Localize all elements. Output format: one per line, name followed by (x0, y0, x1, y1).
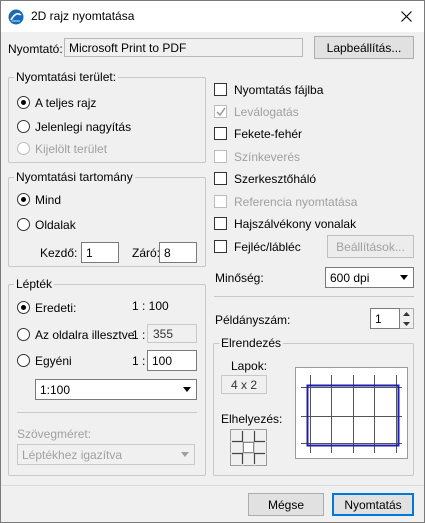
checkbox-black-white[interactable] (214, 127, 227, 140)
custom-scale-label: Egyéni (35, 354, 72, 368)
checkmark-icon (216, 107, 226, 117)
close-button[interactable] (390, 1, 424, 32)
text-size-value: Léptékhez igazítva (22, 448, 123, 462)
placement-selector[interactable] (230, 429, 267, 466)
checkbox-hairline[interactable] (214, 217, 227, 230)
window-title: 2D rajz nyomtatása (31, 9, 135, 23)
original-scale-value: 1 : 100 (132, 299, 169, 313)
to-label: Záró: (132, 246, 161, 260)
page-setup-button[interactable]: Lapbeállítás... (314, 36, 414, 59)
checkbox-color-mix (214, 150, 227, 163)
copies-label: Példányszám: (215, 313, 291, 327)
scale-title: Lépték (14, 277, 55, 291)
quality-divider (214, 296, 414, 297)
print-range-title: Nyomtatási tartomány (14, 170, 135, 184)
quality-value: 600 dpi (330, 271, 370, 285)
grid-label: Szerkesztőháló (234, 172, 317, 186)
print-to-file-label: Nyomtatás fájlba (234, 83, 324, 97)
copies-increment[interactable] (400, 309, 413, 319)
arrow-down-icon (403, 322, 410, 326)
radio-entire-drawing-label: A teljes rajz (35, 96, 97, 110)
printer-label: Nyomtató: (8, 42, 63, 56)
radio-current-zoom-label: Jelenlegi nagyítás (35, 120, 132, 134)
radio-entire-drawing[interactable] (17, 96, 30, 109)
layout-title: Elrendezés (219, 336, 284, 350)
chevron-down-icon (181, 452, 189, 457)
quality-label: Minőség: (215, 271, 264, 285)
archicad-app-icon (8, 9, 24, 25)
original-scale-label: Eredeti: (35, 301, 77, 315)
radio-page-range-label: Oldalak (35, 218, 76, 232)
radio-fit-to-page[interactable] (17, 328, 30, 341)
radio-current-zoom[interactable] (17, 120, 30, 133)
title-bar: 2D rajz nyomtatása (1, 1, 424, 32)
radio-selected-area-label: Kijelölt terület (35, 142, 108, 156)
checkbox-collate (214, 105, 227, 118)
layout-pages-label: Lapok: (231, 359, 268, 373)
scale-dropdown-value: 1:100 (40, 383, 71, 397)
cancel-button[interactable]: Mégse (248, 493, 324, 516)
layout-placement-label: Elhelyezés: (221, 412, 283, 426)
radio-all-pages[interactable] (17, 193, 30, 206)
hairline-label: Hajszálvékony vonalak (234, 217, 357, 231)
print-button[interactable]: Nyomtatás (332, 493, 414, 516)
header-footer-label: Fejléc/lábléc (234, 240, 301, 254)
arrow-up-icon (403, 312, 410, 316)
footer-divider (1, 485, 424, 486)
collate-label: Leválogatás (234, 105, 299, 119)
layout-preview (295, 367, 408, 459)
from-page-input[interactable]: 1 (81, 242, 119, 263)
checkbox-header-footer[interactable] (214, 240, 227, 253)
copies-spinner[interactable] (400, 308, 414, 329)
black-white-label: Fekete-fehér (234, 127, 303, 141)
fit-scale-prefix: 1 : (132, 328, 146, 342)
copies-decrement[interactable] (400, 319, 413, 329)
checkbox-reference (214, 195, 227, 208)
print-dialog: 2D rajz nyomtatása Nyomtató: Microsoft P… (0, 0, 425, 523)
text-size-dropdown: Léptékhez igazítva (17, 444, 195, 465)
reference-label: Referencia nyomtatása (234, 195, 358, 209)
close-icon (401, 11, 412, 22)
radio-all-pages-label: Mind (35, 193, 62, 207)
custom-scale-input[interactable]: 100 (147, 350, 197, 371)
copies-input[interactable]: 1 (370, 308, 400, 329)
layout-pages-value: 4 x 2 (221, 375, 267, 394)
print-area-title: Nyomtatási terület: (14, 70, 119, 84)
fit-scale-value: 355 (147, 324, 197, 343)
chevron-down-icon (183, 387, 191, 392)
radio-selected-area (17, 142, 30, 155)
radio-page-range[interactable] (17, 218, 30, 231)
header-footer-settings-button: Beállítások... (327, 235, 414, 258)
checkbox-grid[interactable] (214, 172, 227, 185)
text-size-label: Szövegméret: (17, 427, 92, 441)
from-label: Kezdő: (40, 246, 78, 260)
color-mix-label: Színkeverés (234, 150, 301, 164)
radio-custom-scale[interactable] (17, 354, 30, 367)
scale-divider (17, 412, 197, 413)
printer-name-field: Microsoft Print to PDF (64, 38, 303, 57)
fit-to-page-label: Az oldalra illesztve (35, 328, 135, 342)
custom-scale-prefix: 1 : (132, 354, 146, 368)
radio-original-scale[interactable] (17, 301, 30, 314)
chevron-down-icon (400, 275, 408, 280)
to-page-input[interactable]: 8 (159, 242, 197, 263)
quality-dropdown[interactable]: 600 dpi (325, 267, 414, 288)
checkbox-print-to-file[interactable] (214, 83, 227, 96)
scale-dropdown[interactable]: 1:100 (35, 379, 197, 400)
